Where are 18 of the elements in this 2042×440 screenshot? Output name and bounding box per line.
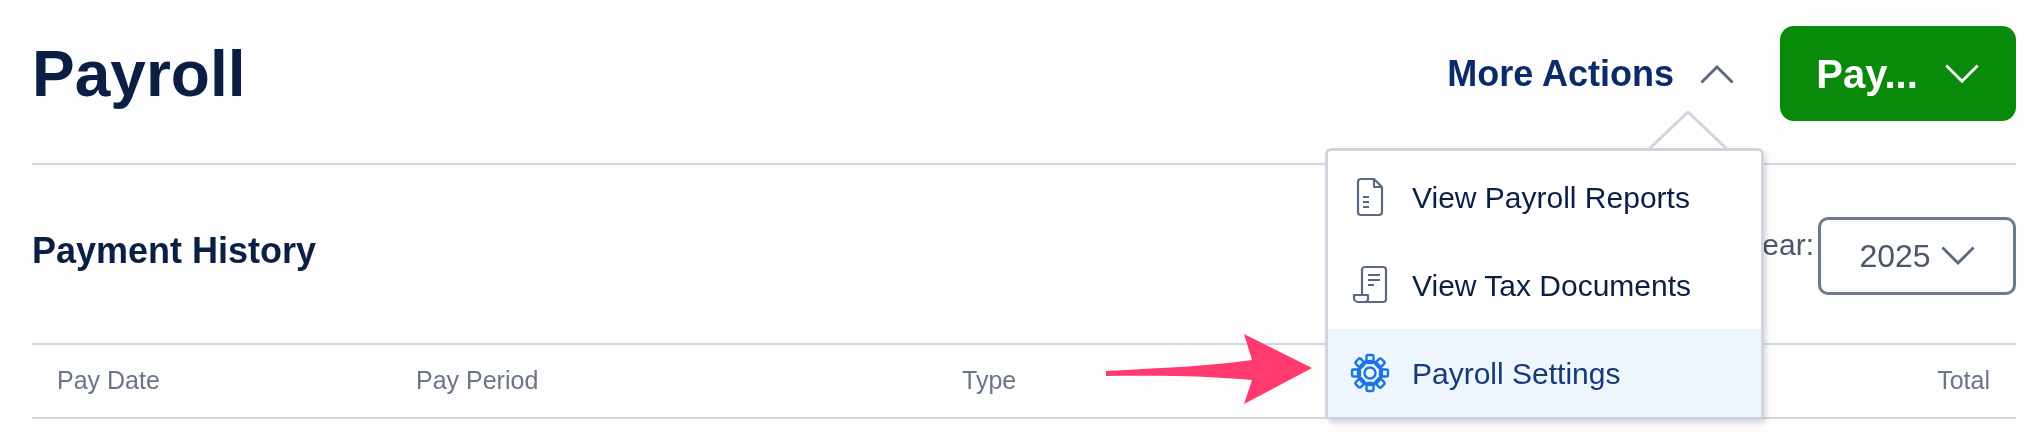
- column-header: Pay Period: [416, 365, 539, 397]
- section-title: Payment History: [32, 229, 317, 273]
- more-actions-button[interactable]: More Actions: [1447, 46, 1734, 101]
- menu-item[interactable]: Payroll Settings: [1328, 329, 1761, 417]
- document-icon: [1355, 177, 1385, 217]
- pay-button[interactable]: Pay...: [1780, 26, 2016, 121]
- settings-icon: [1350, 353, 1390, 393]
- caret-icon: [1943, 63, 1980, 84]
- column-header: Type: [962, 365, 1017, 397]
- column-header: Pay Date: [57, 365, 160, 397]
- scroll-icon: [1352, 265, 1388, 305]
- caret-icon: [1940, 246, 1975, 266]
- column-header: Total: [1937, 365, 1990, 397]
- menu-item[interactable]: View Tax Documents: [1328, 241, 1761, 329]
- year-label: ear:: [1762, 226, 1814, 263]
- year-select[interactable]: 2025: [1818, 217, 2016, 295]
- menu-item[interactable]: View Payroll Reports: [1328, 153, 1761, 241]
- chevron-icon: [1700, 63, 1734, 84]
